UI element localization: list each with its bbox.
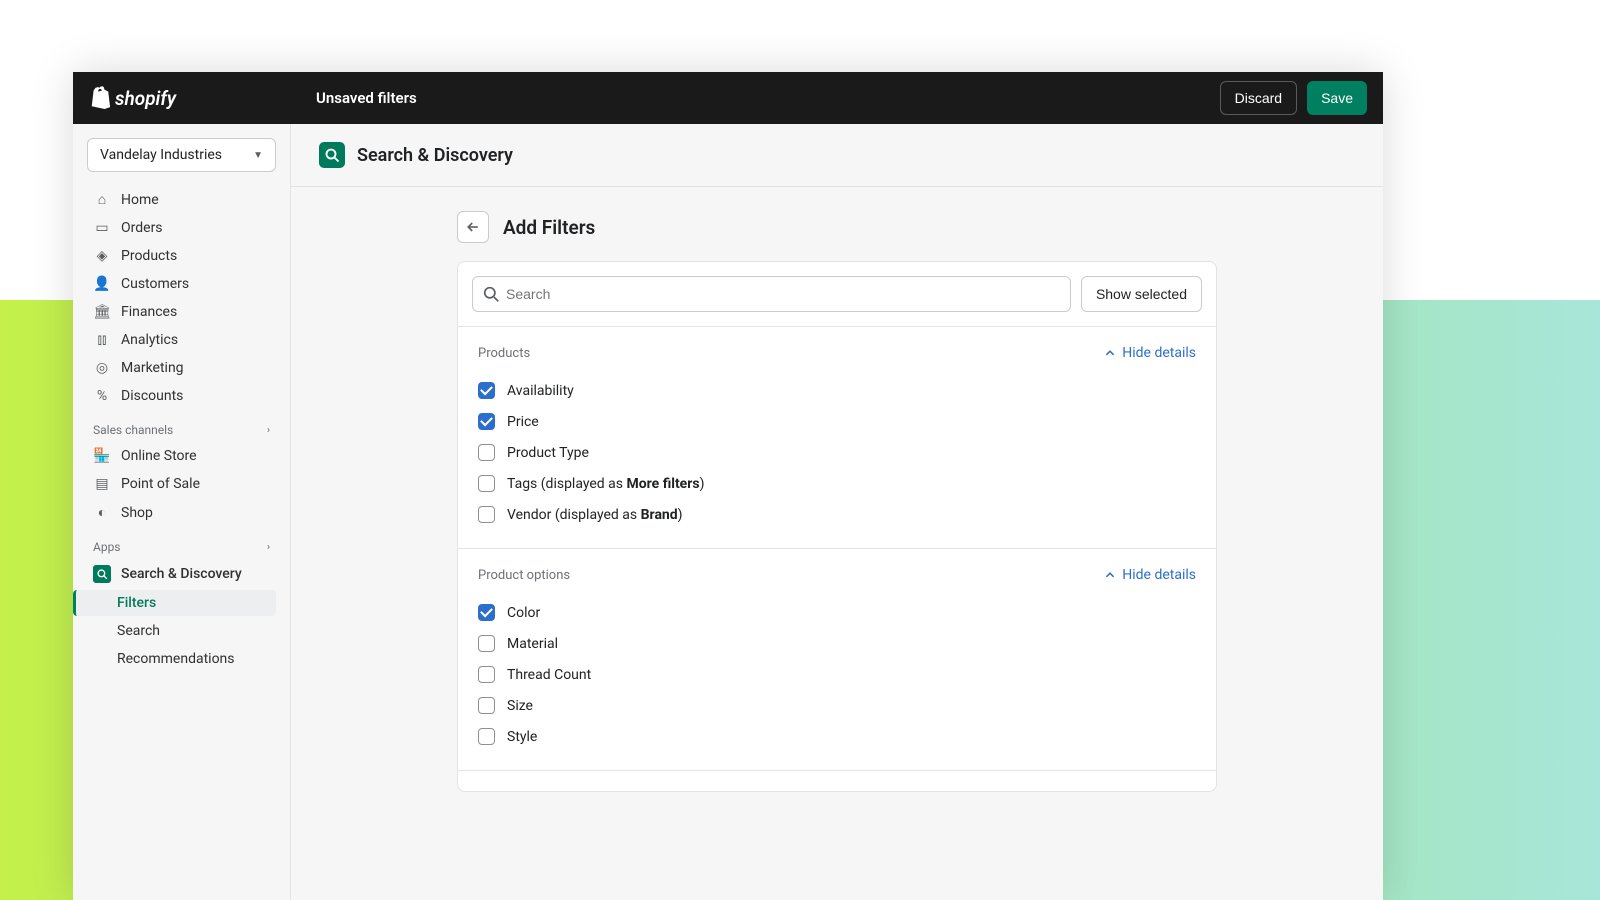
sidebar: Vandelay Industries ▼ ⌂Home ▭Orders ◈Pro… [73,124,291,900]
section-title: Product options [478,568,570,583]
finances-icon: 🏛 [93,304,111,320]
home-icon: ⌂ [93,191,111,208]
nav-shop[interactable]: ◐Shop [87,499,276,526]
checkbox[interactable] [478,382,495,399]
checkbox[interactable] [478,635,495,652]
checkbox[interactable] [478,475,495,492]
filter-price[interactable]: Price [478,406,1196,437]
checkbox[interactable] [478,413,495,430]
nav-sub-recommendations[interactable]: Recommendations [87,646,276,672]
nav-orders[interactable]: ▭Orders [87,215,276,241]
search-discovery-app-icon [93,565,111,583]
hide-details-link[interactable]: Hide details [1104,567,1196,583]
store-name: Vandelay Industries [100,147,222,163]
section-title: Products [478,346,530,361]
show-selected-button[interactable]: Show selected [1081,276,1202,312]
hide-details-link[interactable]: Hide details [1104,345,1196,361]
chevron-right-icon[interactable]: › [267,542,270,553]
arrow-left-icon [465,219,481,235]
store-selector[interactable]: Vandelay Industries ▼ [87,138,276,172]
chevron-up-icon [1104,569,1116,581]
nav-sub-filters[interactable]: Filters [73,590,276,616]
nav-products[interactable]: ◈Products [87,243,276,269]
search-field-wrap[interactable] [472,276,1071,312]
checkbox[interactable] [478,666,495,683]
brand-text: shopify [115,87,176,110]
checkbox[interactable] [478,697,495,714]
nav-sub-search[interactable]: Search [87,618,276,644]
filter-material[interactable]: Material [478,628,1196,659]
nav-customers[interactable]: 👤Customers [87,271,276,297]
search-input[interactable] [500,286,1060,302]
filter-size[interactable]: Size [478,690,1196,721]
customers-icon: 👤 [93,276,111,292]
chevron-up-icon [1104,347,1116,359]
filters-card: Show selected Products Hide details Avai… [457,261,1217,792]
checkbox[interactable] [478,444,495,461]
nav-search-discovery[interactable]: Search & Discovery [87,560,276,588]
nav-analytics[interactable]: ⫾⫾Analytics [87,327,276,353]
discounts-icon: % [93,388,111,404]
shop-icon: ◐ [93,504,111,521]
sub-page-title: Add Filters [503,216,595,239]
main-content: Search & Discovery Add Filters [291,124,1383,900]
page-header: Search & Discovery [291,124,1383,187]
nav-section-sales: Sales channels› [87,411,276,441]
checkbox[interactable] [478,604,495,621]
section-product-options: Product options Hide details Color Mater… [458,549,1216,771]
filter-vendor[interactable]: Vendor (displayed as Brand) [478,499,1196,530]
filter-tags[interactable]: Tags (displayed as More filters) [478,468,1196,499]
shopify-logo: shopify [89,86,176,110]
chevron-down-icon: ▼ [253,150,263,161]
page-title: Search & Discovery [357,145,513,166]
chevron-right-icon[interactable]: › [267,425,270,436]
nav-home[interactable]: ⌂Home [87,186,276,213]
search-discovery-app-icon [319,142,345,168]
nav-pos[interactable]: ▤Point of Sale [87,471,276,497]
filter-product-type[interactable]: Product Type [478,437,1196,468]
filter-color[interactable]: Color [478,597,1196,628]
topbar: shopify Unsaved filters Discard Save [73,72,1383,124]
filter-availability[interactable]: Availability [478,375,1196,406]
orders-icon: ▭ [93,220,111,236]
filter-style[interactable]: Style [478,721,1196,752]
nav-section-apps: Apps› [87,528,276,558]
nav-online-store[interactable]: 🏪Online Store [87,443,276,469]
topbar-title: Unsaved filters [316,89,417,107]
checkbox[interactable] [478,728,495,745]
marketing-icon: ◎ [93,360,111,376]
shopify-bag-icon [89,86,111,110]
nav-discounts[interactable]: %Discounts [87,383,276,409]
discard-button[interactable]: Discard [1220,81,1297,115]
analytics-icon: ⫾⫾ [93,332,111,348]
search-icon [483,286,500,303]
section-products: Products Hide details Availability Price… [458,327,1216,549]
save-button[interactable]: Save [1307,81,1367,115]
nav-finances[interactable]: 🏛Finances [87,299,276,325]
store-icon: 🏪 [93,448,111,464]
pos-icon: ▤ [93,476,111,492]
back-button[interactable] [457,211,489,243]
filter-thread-count[interactable]: Thread Count [478,659,1196,690]
section-next [458,771,1216,791]
nav-marketing[interactable]: ◎Marketing [87,355,276,381]
products-icon: ◈ [93,248,111,264]
checkbox[interactable] [478,506,495,523]
